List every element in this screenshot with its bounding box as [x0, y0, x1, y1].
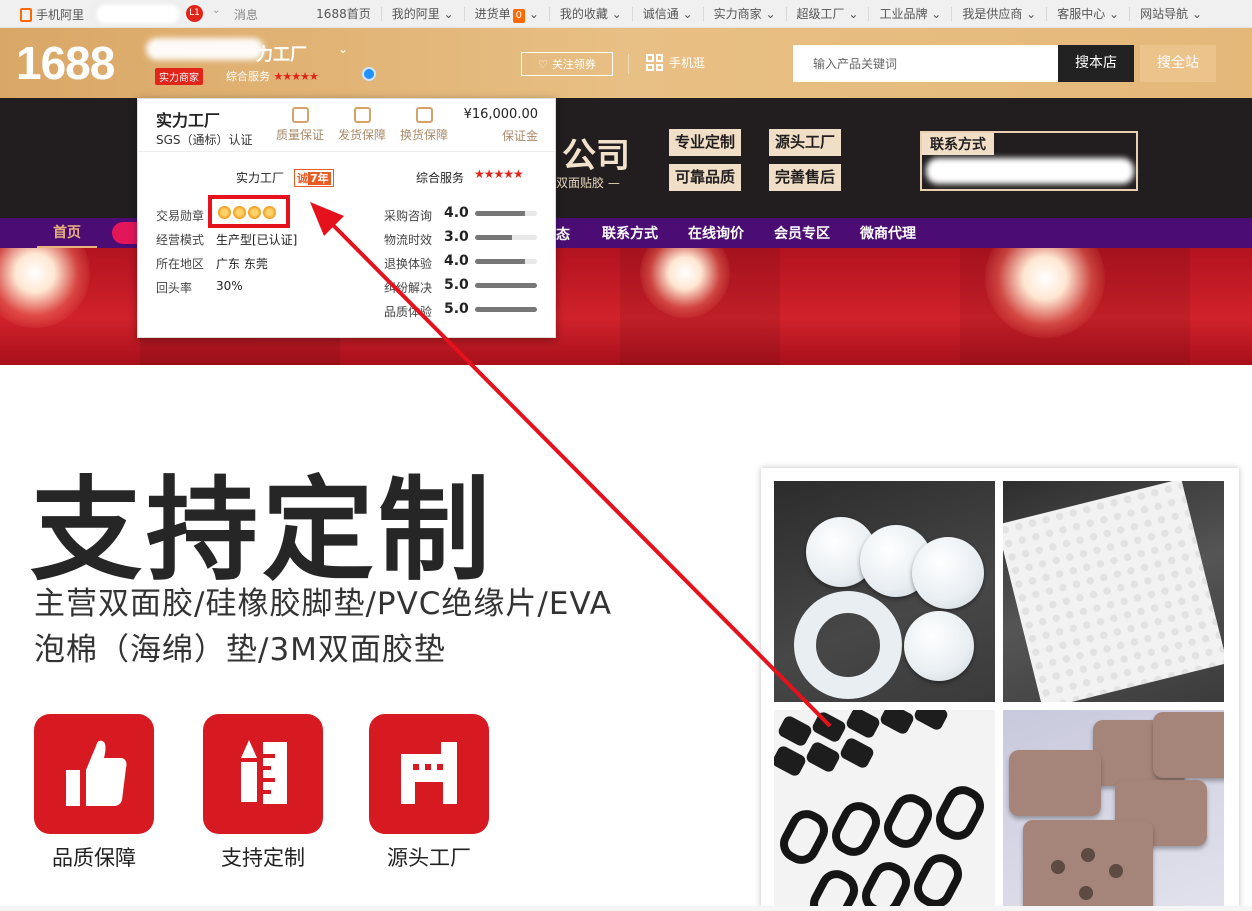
- annotation-arrow: [310, 202, 832, 728]
- page-bottom: [0, 906, 1252, 911]
- arrow-line: [328, 220, 832, 728]
